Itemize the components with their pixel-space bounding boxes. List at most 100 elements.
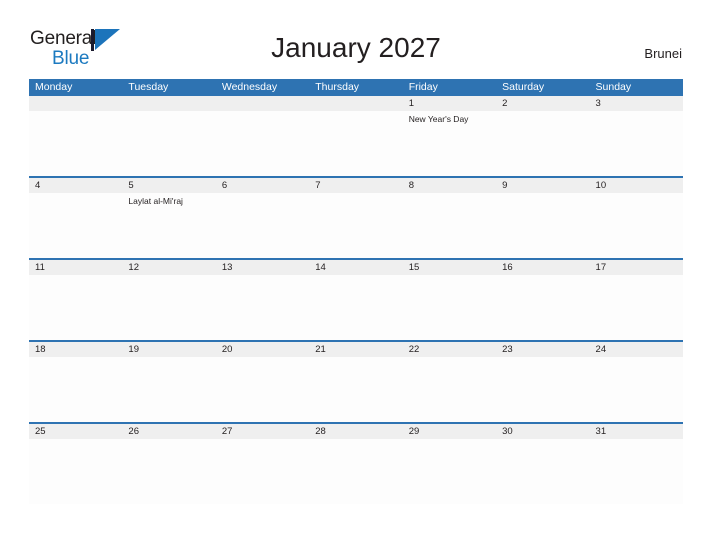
day-cell[interactable] — [29, 357, 122, 422]
country-label: Brunei — [644, 46, 682, 61]
day-cell[interactable] — [496, 111, 589, 176]
day-cell[interactable] — [496, 193, 589, 258]
day-cell[interactable] — [590, 275, 683, 340]
day-cell[interactable] — [122, 275, 215, 340]
weekday-header-thursday: Thursday — [315, 81, 360, 93]
weekday-header-wednesday: Wednesday — [221, 81, 278, 93]
day-number[interactable]: 7 — [309, 178, 402, 193]
calendar-week-row: 11 12 13 14 15 16 17 — [29, 258, 683, 340]
day-cell[interactable] — [309, 193, 402, 258]
day-number[interactable]: 17 — [590, 260, 683, 275]
page-header: General Blue January 2027 Brunei — [0, 0, 712, 78]
day-cell[interactable] — [29, 275, 122, 340]
day-number[interactable]: 16 — [496, 260, 589, 275]
day-cell[interactable] — [590, 193, 683, 258]
weekday-header-friday: Friday — [408, 81, 438, 93]
day-cell[interactable] — [403, 275, 496, 340]
weekday-header-row: Monday Tuesday Wednesday Thursday Friday… — [29, 79, 683, 96]
day-number[interactable]: 28 — [309, 424, 402, 439]
week-date-band: 123 — [29, 96, 683, 111]
day-number[interactable]: 8 — [403, 178, 496, 193]
week-date-band: 4 5 6 7 8 9 10 — [29, 178, 683, 193]
day-cell[interactable] — [29, 111, 122, 176]
calendar-weeks: 1 2 3 New Year's Day 4 5 6 7 8 9 10 Laylat al-Mi'ra… — [29, 96, 683, 504]
day-number[interactable]: 24 — [590, 342, 683, 357]
day-cell[interactable]: New Year's Day — [403, 111, 496, 176]
day-number[interactable]: 4 — [29, 178, 122, 193]
day-cell[interactable] — [403, 357, 496, 422]
weekday-header-saturday: Saturday — [502, 81, 545, 93]
day-cell[interactable] — [496, 439, 589, 504]
day-cell[interactable] — [216, 111, 309, 176]
day-number[interactable]: 21 — [309, 342, 402, 357]
day-number — [216, 96, 309, 111]
week-date-band: 25 26 27 28 29 30 31 — [29, 424, 683, 439]
day-number[interactable]: 19 — [122, 342, 215, 357]
day-number[interactable]: 14 — [309, 260, 402, 275]
day-number[interactable]: 29 — [403, 424, 496, 439]
day-cell[interactable] — [590, 357, 683, 422]
day-cell[interactable] — [216, 357, 309, 422]
day-number[interactable]: 13 — [216, 260, 309, 275]
day-number[interactable]: 9 — [496, 178, 589, 193]
weekday-header-monday: Monday — [35, 81, 73, 93]
week-date-band: 18 19 20 21 22 23 24 — [29, 342, 683, 357]
day-number[interactable]: 27 — [216, 424, 309, 439]
day-number[interactable]: 30 — [496, 424, 589, 439]
day-cell[interactable] — [590, 111, 683, 176]
week-event-band: New Year's Day — [29, 111, 683, 176]
day-number[interactable]: 2 — [496, 96, 589, 111]
day-cell[interactable] — [403, 193, 496, 258]
day-cell[interactable] — [403, 439, 496, 504]
weekday-header-tuesday: Tuesday — [128, 81, 169, 93]
day-number[interactable]: 15 — [403, 260, 496, 275]
week-event-band: Laylat al-Mi'raj — [29, 193, 683, 258]
day-cell[interactable] — [216, 275, 309, 340]
day-number[interactable]: 6 — [216, 178, 309, 193]
day-number[interactable]: 23 — [496, 342, 589, 357]
holiday-label: Laylat al-Mi'raj — [128, 196, 183, 206]
day-number[interactable]: 18 — [29, 342, 122, 357]
day-cell[interactable] — [309, 111, 402, 176]
day-cell[interactable] — [309, 275, 402, 340]
day-cell[interactable] — [496, 357, 589, 422]
week-event-band — [29, 275, 683, 340]
day-cell[interactable] — [29, 439, 122, 504]
week-event-band — [29, 357, 683, 422]
day-cell[interactable] — [309, 357, 402, 422]
day-cell[interactable] — [309, 439, 402, 504]
day-cell[interactable] — [122, 439, 215, 504]
calendar-grid: Monday Tuesday Wednesday Thursday Friday… — [29, 79, 683, 504]
day-cell[interactable] — [496, 275, 589, 340]
day-number — [29, 96, 122, 111]
day-number[interactable]: 10 — [590, 178, 683, 193]
day-number[interactable]: 25 — [29, 424, 122, 439]
weekday-header-sunday: Sunday — [595, 81, 632, 93]
page-title: January 2027 — [271, 32, 441, 63]
day-cell[interactable] — [122, 111, 215, 176]
day-number[interactable]: 3 — [590, 96, 683, 111]
calendar-week-row: 25 26 27 28 29 30 31 — [29, 422, 683, 504]
day-cell[interactable] — [590, 439, 683, 504]
day-cell[interactable] — [29, 193, 122, 258]
day-number[interactable]: 11 — [29, 260, 122, 275]
day-cell[interactable] — [122, 357, 215, 422]
day-number[interactable]: 1 — [403, 96, 496, 111]
calendar-week-row: 18 19 20 21 22 23 24 — [29, 340, 683, 422]
day-number[interactable]: 31 — [590, 424, 683, 439]
calendar-week-row: 4 5 6 7 8 9 10 Laylat al-Mi'raj — [29, 176, 683, 258]
day-number[interactable]: 26 — [122, 424, 215, 439]
day-cell[interactable]: Laylat al-Mi'raj — [122, 193, 215, 258]
day-cell[interactable] — [216, 439, 309, 504]
calendar-week-row: 1 2 3 New Year's Day — [29, 96, 683, 176]
day-cell[interactable] — [216, 193, 309, 258]
day-number — [309, 96, 402, 111]
day-number[interactable]: 22 — [403, 342, 496, 357]
holiday-label: New Year's Day — [408, 114, 469, 124]
week-event-band — [29, 439, 683, 504]
week-date-band: 11 12 13 14 15 16 17 — [29, 260, 683, 275]
day-number — [122, 96, 215, 111]
day-number[interactable]: 12 — [122, 260, 215, 275]
day-number[interactable]: 5 — [122, 178, 215, 193]
day-number[interactable]: 20 — [216, 342, 309, 357]
